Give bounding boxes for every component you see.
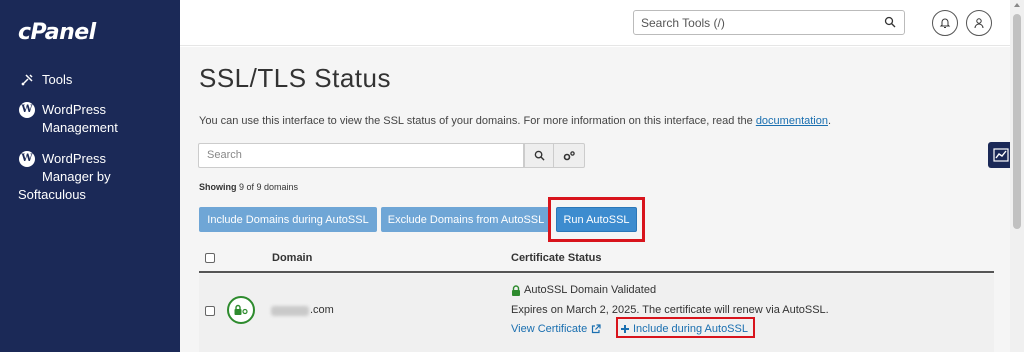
search-icon <box>534 150 545 161</box>
exclude-domains-button[interactable]: Exclude Domains from AutoSSL <box>381 207 551 232</box>
sidebar-item-label: Management <box>42 120 118 135</box>
sidebar-item-tools[interactable]: Tools <box>18 71 72 89</box>
sidebar-item-label: Manager by <box>42 169 111 184</box>
sidebar-item-wordpress-management[interactable]: W WordPress Management <box>18 101 118 137</box>
column-header-certificate-status: Certificate Status <box>511 252 602 264</box>
lock-icon <box>512 284 520 296</box>
column-header-domain: Domain <box>272 252 313 264</box>
top-header: Search Tools (/) <box>180 0 1010 46</box>
domain-name: .com <box>310 304 334 316</box>
sidebar-item-wordpress-manager-softaculous[interactable]: W WordPress Manager by Softaculous <box>18 150 111 204</box>
scrollbar-thumb[interactable] <box>1013 14 1021 229</box>
notifications-button[interactable] <box>932 10 958 36</box>
external-link-icon <box>592 324 601 334</box>
documentation-link[interactable]: documentation <box>756 115 828 127</box>
highlight-box <box>616 317 755 338</box>
domain-search-input[interactable]: Search <box>198 143 524 168</box>
scroll-up-arrow[interactable] <box>1014 3 1020 7</box>
include-domains-button[interactable]: Include Domains during AutoSSL <box>199 207 377 232</box>
certificate-expiry-text: Expires on March 2, 2025. The certificat… <box>511 304 829 316</box>
showing-count: Showing 9 of 9 domains <box>199 182 299 192</box>
intro-text: You can use this interface to view the S… <box>199 115 832 127</box>
chart-icon <box>993 148 1009 162</box>
settings-button[interactable] <box>553 143 585 168</box>
certificate-status-title: AutoSSL Domain Validated <box>511 284 656 296</box>
wordpress-icon: W <box>18 101 36 119</box>
sidebar-item-label: WordPress <box>42 102 107 117</box>
page-title: SSL/TLS Status <box>199 63 391 93</box>
search-button[interactable] <box>524 143 554 168</box>
main-content: SSL/TLS Status You can use this interfac… <box>180 47 1010 352</box>
search-tools-input[interactable]: Search Tools (/) <box>633 10 905 35</box>
table-row: .com AutoSSL Domain Validated Expires on… <box>199 274 994 352</box>
cpanel-logo[interactable]: cPanel <box>18 20 96 45</box>
domain-name-redacted <box>271 306 309 316</box>
select-all-checkbox[interactable] <box>205 253 215 263</box>
view-certificate-link[interactable]: View Certificate <box>511 323 601 335</box>
row-checkbox[interactable] <box>205 306 215 316</box>
sidebar-item-label: WordPress <box>42 151 107 166</box>
highlight-box <box>548 197 645 242</box>
page-scrollbar[interactable] <box>1010 0 1024 352</box>
sidebar-item-label: Softaculous <box>18 187 86 202</box>
wordpress-icon: W <box>18 150 36 168</box>
ssl-valid-icon <box>227 296 255 324</box>
search-icon[interactable] <box>884 16 896 31</box>
bell-icon <box>939 18 951 28</box>
tools-icon <box>18 71 36 89</box>
sidebar-item-label: Tools <box>42 72 73 87</box>
user-icon <box>974 18 984 29</box>
sidebar: cPanel Tools W WordPress Management W Wo… <box>0 0 180 352</box>
user-menu-button[interactable] <box>966 10 992 36</box>
gears-icon <box>563 150 575 160</box>
table-header: Domain Certificate Status <box>199 246 994 273</box>
